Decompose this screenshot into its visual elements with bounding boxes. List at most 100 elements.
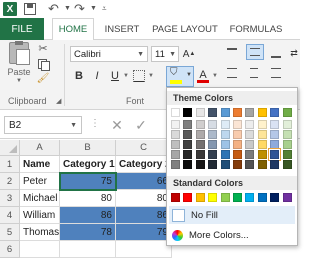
- theme-color-swatch[interactable]: [257, 150, 267, 159]
- theme-color-swatch[interactable]: [208, 120, 218, 129]
- name-box[interactable]: B2 ▼: [4, 116, 82, 134]
- theme-color-swatch[interactable]: [245, 130, 255, 139]
- standard-color-swatch[interactable]: [245, 193, 255, 202]
- theme-color-swatch[interactable]: [282, 108, 292, 117]
- theme-color-swatch[interactable]: [208, 130, 218, 139]
- tab-home[interactable]: HOME: [52, 18, 94, 40]
- no-fill-item[interactable]: No Fill: [169, 206, 295, 224]
- wrap-text-icon[interactable]: ⇄: [288, 46, 300, 60]
- align-center-icon[interactable]: [246, 66, 262, 80]
- row-header[interactable]: 3: [0, 190, 20, 207]
- column-header[interactable]: B: [60, 140, 116, 156]
- theme-color-swatch[interactable]: [171, 120, 180, 129]
- row-header[interactable]: 1: [0, 156, 20, 173]
- cell-a1[interactable]: Name: [20, 156, 60, 173]
- theme-color-swatch[interactable]: [171, 140, 180, 149]
- font-size-dropdown[interactable]: 11 ▼: [151, 46, 179, 62]
- theme-color-swatch[interactable]: [183, 108, 193, 117]
- theme-color-swatch[interactable]: [233, 130, 242, 139]
- theme-color-swatch[interactable]: [233, 140, 242, 149]
- format-painter-icon[interactable]: 🖌: [36, 72, 50, 85]
- theme-color-swatch[interactable]: [171, 160, 180, 169]
- theme-color-swatch[interactable]: [270, 160, 280, 169]
- theme-color-swatch[interactable]: [282, 120, 292, 129]
- underline-dropdown-icon[interactable]: ▼: [123, 73, 129, 79]
- align-left-icon[interactable]: [224, 66, 240, 80]
- theme-color-swatch[interactable]: [220, 150, 230, 159]
- copy-icon[interactable]: [36, 57, 50, 71]
- tab-page-layout[interactable]: PAGE LAYOUT: [150, 18, 220, 40]
- align-right-icon[interactable]: [268, 66, 284, 80]
- theme-color-swatch[interactable]: [282, 140, 292, 149]
- redo-icon[interactable]: ↷: [74, 1, 88, 16]
- font-name-dropdown[interactable]: Calibri ▼: [70, 46, 148, 62]
- cell-b5[interactable]: 78: [60, 224, 116, 241]
- italic-button[interactable]: I: [90, 68, 104, 84]
- cell-b1[interactable]: Category 1: [60, 156, 116, 173]
- cell-b6[interactable]: [60, 241, 116, 258]
- tab-file[interactable]: FILE: [0, 18, 44, 40]
- theme-color-swatch[interactable]: [233, 150, 242, 159]
- standard-color-swatch[interactable]: [233, 193, 242, 202]
- column-header[interactable]: A: [20, 140, 60, 156]
- theme-color-swatch[interactable]: [270, 140, 280, 149]
- standard-color-swatch[interactable]: [171, 193, 180, 202]
- theme-color-swatch[interactable]: [171, 150, 180, 159]
- theme-color-swatch[interactable]: [257, 130, 267, 139]
- cut-icon[interactable]: ✂: [36, 42, 50, 55]
- row-header[interactable]: 6: [0, 241, 20, 258]
- align-middle-icon[interactable]: [246, 44, 264, 60]
- row-header[interactable]: 5: [0, 224, 20, 241]
- theme-color-swatch[interactable]: [257, 160, 267, 169]
- theme-color-swatch[interactable]: [183, 150, 193, 159]
- standard-color-swatch[interactable]: [270, 193, 280, 202]
- theme-color-swatch[interactable]: [195, 140, 205, 149]
- underline-button[interactable]: U: [108, 68, 122, 84]
- theme-color-swatch[interactable]: [208, 150, 218, 159]
- theme-color-swatch[interactable]: [245, 120, 255, 129]
- theme-color-swatch[interactable]: [233, 108, 242, 117]
- cell-c2[interactable]: 66: [116, 173, 172, 190]
- standard-color-swatch[interactable]: [195, 193, 205, 202]
- cell-a6[interactable]: [20, 241, 60, 258]
- theme-color-swatch[interactable]: [282, 130, 292, 139]
- bold-button[interactable]: B: [72, 68, 86, 84]
- cell-a5[interactable]: Thomas: [20, 224, 60, 241]
- tab-formulas[interactable]: FORMULAS: [226, 18, 286, 40]
- cell-c4[interactable]: 86: [116, 207, 172, 224]
- paste-button[interactable]: Paste ▼: [6, 41, 32, 84]
- cell-c1[interactable]: Category 2: [116, 156, 172, 173]
- theme-color-swatch[interactable]: [282, 160, 292, 169]
- theme-color-swatch[interactable]: [183, 160, 193, 169]
- cell-b4[interactable]: 86: [60, 207, 116, 224]
- theme-color-swatch[interactable]: [171, 130, 180, 139]
- cell-b3[interactable]: 80: [60, 190, 116, 207]
- more-colors-item[interactable]: More Colors...: [169, 226, 295, 244]
- theme-color-swatch[interactable]: [270, 120, 280, 129]
- undo-dropdown-icon[interactable]: ▼: [64, 5, 71, 12]
- theme-color-swatch[interactable]: [220, 140, 230, 149]
- theme-color-swatch[interactable]: [257, 120, 267, 129]
- align-top-icon[interactable]: [224, 46, 240, 60]
- standard-color-swatch[interactable]: [183, 193, 193, 202]
- undo-icon[interactable]: ↶: [48, 1, 62, 16]
- theme-color-swatch[interactable]: [195, 130, 205, 139]
- theme-color-swatch[interactable]: [220, 130, 230, 139]
- theme-color-swatch[interactable]: [220, 108, 230, 117]
- standard-color-swatch[interactable]: [208, 193, 218, 202]
- theme-color-swatch[interactable]: [208, 160, 218, 169]
- theme-color-swatch[interactable]: [233, 120, 242, 129]
- paste-dropdown-icon[interactable]: ▼: [16, 78, 22, 84]
- cell-a3[interactable]: Michael: [20, 190, 60, 207]
- standard-color-swatch[interactable]: [257, 193, 267, 202]
- column-header[interactable]: C: [116, 140, 172, 156]
- theme-color-swatch[interactable]: [270, 108, 280, 117]
- theme-color-swatch[interactable]: [282, 150, 292, 159]
- theme-color-swatch[interactable]: [183, 140, 193, 149]
- font-color-button[interactable]: A: [196, 66, 210, 84]
- tab-insert[interactable]: INSERT: [100, 18, 144, 40]
- theme-color-swatch[interactable]: [233, 160, 242, 169]
- row-header[interactable]: 2: [0, 173, 20, 190]
- increase-font-size-icon[interactable]: A ▲: [182, 46, 196, 62]
- save-icon[interactable]: [24, 3, 36, 15]
